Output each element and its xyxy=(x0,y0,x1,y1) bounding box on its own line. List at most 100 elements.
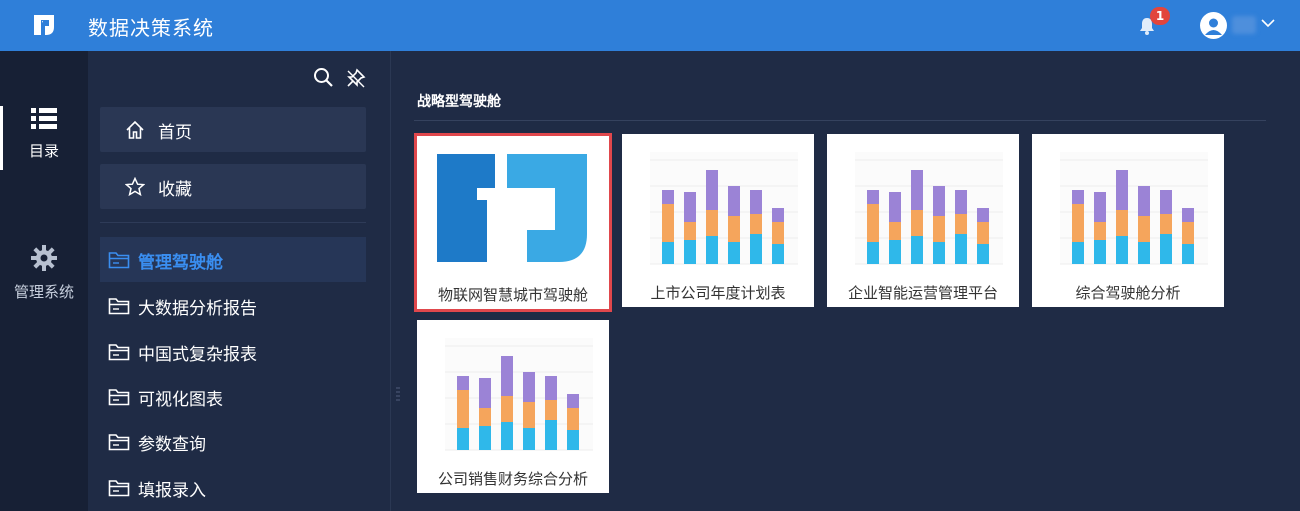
dashboard-card[interactable]: 上市公司年度计划表 xyxy=(622,134,814,307)
thumb-bar-segment xyxy=(977,208,989,222)
card-label: 上市公司年度计划表 xyxy=(650,284,786,302)
list-icon xyxy=(31,108,57,129)
thumb-bar-segment xyxy=(523,372,535,402)
thumb-bar-segment xyxy=(728,242,740,264)
home-icon xyxy=(126,120,144,139)
thumb-bar-segment xyxy=(567,408,579,430)
card-label: 综合驾驶舱分析 xyxy=(1075,284,1181,302)
folder-item[interactable]: 可视化图表 xyxy=(100,374,366,419)
thumb-bar-segment xyxy=(523,428,535,450)
dashboard-card[interactable]: 综合驾驶舱分析 xyxy=(1032,134,1224,307)
thumb-bar-segment xyxy=(479,378,491,408)
thumb-bar-segment xyxy=(1094,222,1106,240)
folder-icon xyxy=(108,298,130,315)
rail-item-management[interactable]: 管理系统 xyxy=(0,245,88,302)
folder-item[interactable]: 填报录入 xyxy=(100,465,366,510)
folder-label: 管理驾驶舱 xyxy=(138,253,223,273)
thumb-bar-segment xyxy=(772,222,784,244)
folder-label: 填报录入 xyxy=(138,481,206,501)
thumb-bar-segment xyxy=(728,216,740,242)
thumb-bar-segment xyxy=(1072,190,1084,204)
dashboard-card[interactable]: 物联网智慧城市驾驶舱 xyxy=(414,133,612,312)
search-icon[interactable] xyxy=(313,67,333,87)
rail-directory-label: 目录 xyxy=(28,142,59,160)
folder-label: 参数查询 xyxy=(138,435,206,455)
thumb-bar-segment xyxy=(523,402,535,428)
logo-left-shape xyxy=(437,154,495,262)
thumb-bar-segment xyxy=(911,210,923,236)
username-blurred[interactable] xyxy=(1232,16,1256,34)
thumb-bar-segment xyxy=(684,192,696,222)
thumb-bar-segment xyxy=(706,236,718,264)
thumb-bar-segment xyxy=(479,408,491,426)
bar-chart-thumbnail xyxy=(650,152,798,265)
folder-item[interactable]: 参数查询 xyxy=(100,419,366,464)
thumb-bar-segment xyxy=(1138,186,1150,216)
app-title: 数据决策系统 xyxy=(88,16,214,40)
thumb-bar-segment xyxy=(1116,170,1128,210)
folder-item[interactable]: 大数据分析报告 xyxy=(100,283,366,328)
thumb-bar-segment xyxy=(706,170,718,210)
user-icon xyxy=(1205,18,1222,35)
folder-label: 可视化图表 xyxy=(138,390,223,410)
app-logo-icon[interactable] xyxy=(32,13,56,37)
quick-item-home[interactable]: 首页 xyxy=(100,107,366,152)
thumb-bar-segment xyxy=(662,204,674,242)
card-label: 物联网智慧城市驾驶舱 xyxy=(437,286,588,304)
drag-handle-icon[interactable] xyxy=(396,386,400,402)
star-icon xyxy=(125,177,145,197)
thumb-bar-segment xyxy=(1116,236,1128,264)
thumb-bar-segment xyxy=(933,242,945,264)
user-avatar[interactable] xyxy=(1200,12,1227,39)
rail-item-directory[interactable]: 目录 xyxy=(0,108,88,161)
thumb-bar-segment xyxy=(955,190,967,214)
thumb-bar-segment xyxy=(1072,204,1084,242)
thumb-bar-segment xyxy=(479,426,491,450)
card-label: 公司销售财务综合分析 xyxy=(437,470,588,488)
thumb-bar-segment xyxy=(889,222,901,240)
folder-icon xyxy=(108,480,130,497)
thumb-bar-segment xyxy=(867,190,879,204)
thumb-bar-segment xyxy=(1138,216,1150,242)
thumb-bar-segment xyxy=(457,390,469,428)
folder-icon xyxy=(108,252,130,269)
thumb-bar-segment xyxy=(955,234,967,264)
folder-icon xyxy=(108,389,130,406)
thumb-bar-segment xyxy=(889,192,901,222)
unpin-icon[interactable] xyxy=(346,68,366,88)
fanruan-logo-thumbnail xyxy=(437,154,587,262)
gear-icon xyxy=(31,245,57,271)
thumb-bar-segment xyxy=(1182,222,1194,244)
thumb-bar-segment xyxy=(933,216,945,242)
thumb-bar-segment xyxy=(1072,242,1084,264)
thumb-bar-segment xyxy=(911,236,923,264)
thumb-bar-segment xyxy=(662,190,674,204)
dashboard-card[interactable]: 公司销售财务综合分析 xyxy=(417,320,609,493)
folder-icon xyxy=(108,344,130,361)
folder-icon xyxy=(108,434,130,451)
chevron-down-icon[interactable] xyxy=(1261,18,1275,28)
section-divider xyxy=(414,120,1266,121)
thumb-bar-segment xyxy=(1116,210,1128,236)
thumb-bar-segment xyxy=(772,208,784,222)
icon-rail: 目录 管理系统 xyxy=(0,51,88,511)
thumb-bar-segment xyxy=(567,394,579,408)
thumb-bar-segment xyxy=(750,214,762,234)
thumb-bar-segment xyxy=(728,186,740,216)
thumb-bar-segment xyxy=(1160,214,1172,234)
thumb-bar-segment xyxy=(545,420,557,450)
thumb-bar-segment xyxy=(1182,244,1194,264)
thumb-bar-segment xyxy=(955,214,967,234)
quick-item-favorites[interactable]: 收藏 xyxy=(100,164,366,209)
thumb-bar-segment xyxy=(750,234,762,264)
folder-item[interactable]: 中国式复杂报表 xyxy=(100,329,366,374)
rail-management-label: 管理系统 xyxy=(13,283,74,301)
thumb-bar-segment xyxy=(1160,234,1172,264)
thumb-bar-segment xyxy=(911,170,923,210)
thumb-bar-segment xyxy=(977,244,989,264)
dashboard-card[interactable]: 企业智能运营管理平台 xyxy=(827,134,1019,307)
thumb-bar-segment xyxy=(1138,242,1150,264)
folder-label: 中国式复杂报表 xyxy=(138,345,257,365)
logo-right-shape xyxy=(507,154,587,262)
folder-item[interactable]: 管理驾驶舱 xyxy=(100,237,366,282)
